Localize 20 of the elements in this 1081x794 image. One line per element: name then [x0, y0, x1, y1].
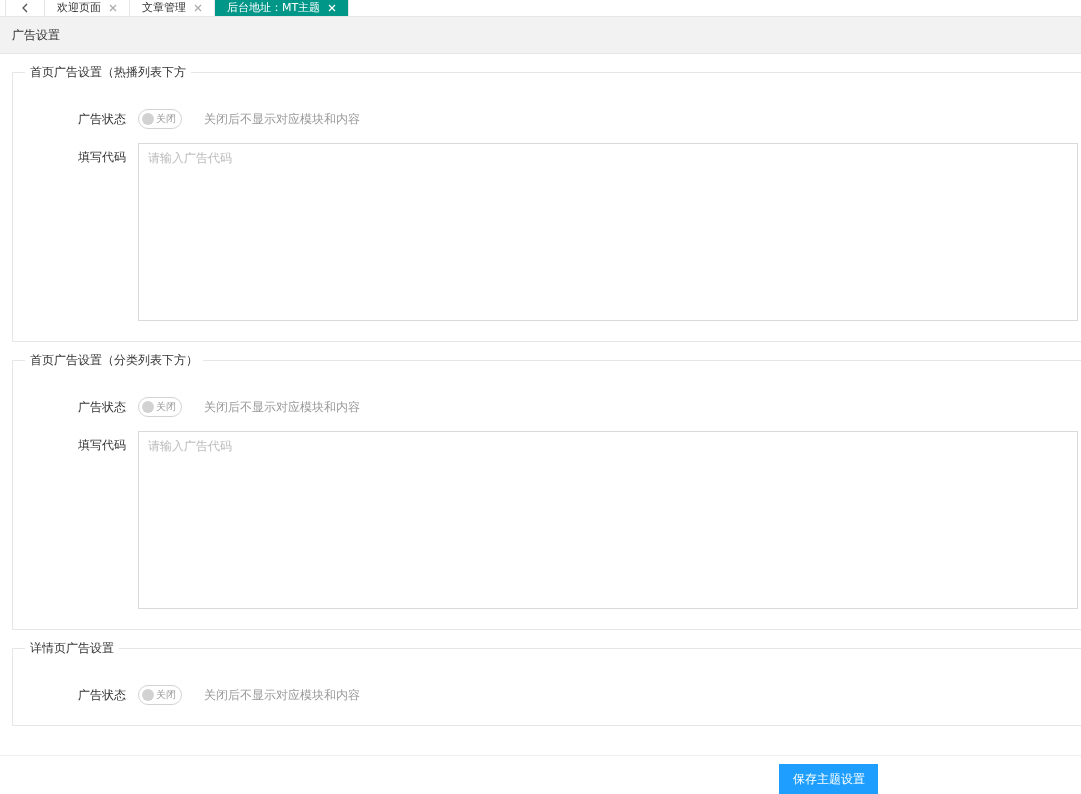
- back-icon[interactable]: [5, 0, 45, 16]
- hint-text: 关闭后不显示对应模块和内容: [204, 686, 360, 704]
- save-button[interactable]: 保存主题设置: [779, 764, 878, 794]
- field-label: 广告状态: [77, 687, 127, 704]
- code-field[interactable]: 请输入广告代码: [138, 143, 1078, 321]
- field-label: 填写代码: [77, 437, 127, 454]
- tab[interactable]: 欢迎页面: [45, 0, 130, 16]
- close-icon[interactable]: [194, 4, 202, 12]
- field-label: 填写代码: [77, 149, 127, 166]
- field-label: 广告状态: [77, 111, 127, 128]
- group-title: 首页广告设置（分类列表下方）: [29, 352, 199, 369]
- field-label: 广告状态: [77, 399, 127, 416]
- panel-title: 广告设置: [12, 26, 60, 44]
- group-title: 首页广告设置（热播列表下方: [29, 64, 187, 81]
- hint-text: 关闭后不显示对应模块和内容: [204, 110, 360, 128]
- hint-text: 关闭后不显示对应模块和内容: [204, 398, 360, 416]
- tab[interactable]: 后台地址：MT主题: [215, 0, 350, 16]
- group-title: 详情页广告设置: [29, 640, 115, 657]
- code-field[interactable]: 请输入广告代码: [138, 431, 1078, 609]
- close-icon[interactable]: [109, 4, 117, 12]
